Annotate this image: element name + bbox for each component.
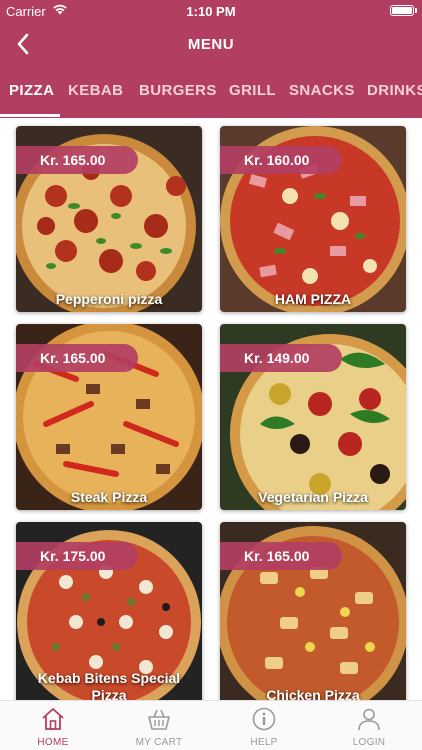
header: Carrier 1:10 PM MENU PIZZA KEBAB BURGERS…: [0, 0, 422, 118]
basket-icon: [148, 709, 170, 730]
page-title: MENU: [187, 36, 235, 53]
tabbar-home-label: HOME: [37, 737, 69, 748]
home-icon: [42, 708, 64, 730]
tabbar-help-label: HELP: [250, 737, 278, 748]
product-name: Chicken Pizza: [266, 687, 360, 700]
price-tag: Kr. 165.00: [220, 542, 342, 570]
category-tabs: PIZZA KEBAB BURGERS GRILL SNACKS DRINKS: [0, 70, 422, 118]
nav-bar: MENU: [0, 22, 422, 66]
status-bar: Carrier 1:10 PM: [0, 0, 422, 22]
price-tag: Kr. 160.00: [220, 146, 342, 174]
info-icon: [252, 707, 276, 731]
product-name: Steak Pizza: [70, 489, 148, 505]
price-tag: Kr. 165.00: [16, 146, 138, 174]
product-name: Kebab Bitens Special Pizza: [37, 670, 181, 700]
tabbar-login-label: LOGIN: [352, 737, 386, 748]
price-tag: Kr. 149.00: [220, 344, 342, 372]
active-tab-indicator: [0, 114, 60, 117]
tab-grill[interactable]: GRILL: [229, 82, 276, 99]
app-screen: Carrier 1:10 PM MENU PIZZA KEBAB BURGERS…: [0, 0, 422, 750]
tabbar-login[interactable]: LOGIN: [316, 701, 422, 750]
battery-icon: [390, 5, 414, 16]
user-icon: [358, 708, 380, 731]
tabbar-home[interactable]: HOME: [0, 701, 106, 750]
product-card-vegetarian[interactable]: Kr. 149.00 Vegetarian Pizza: [220, 324, 406, 510]
product-name: Pepperoni pizza: [55, 291, 163, 307]
product-card-steak[interactable]: Kr. 165.00 Steak Pizza: [16, 324, 202, 510]
tab-pizza[interactable]: PIZZA: [9, 82, 54, 99]
product-grid[interactable]: Kr. 165.00 Pepperoni pizza Kr. 160.00 HA…: [0, 118, 422, 700]
tab-snacks[interactable]: SNACKS: [289, 82, 355, 99]
clock: 1:10 PM: [186, 4, 236, 19]
battery-tip: [415, 8, 417, 13]
tab-kebab[interactable]: KEBAB: [68, 82, 123, 99]
product-card-pepperoni[interactable]: Kr. 165.00 Pepperoni pizza: [16, 126, 202, 312]
bottom-tab-bar: HOME MY CART HELP LOGIN: [0, 700, 422, 750]
tab-drinks[interactable]: DRINKS: [367, 82, 422, 99]
product-name: HAM PIZZA: [274, 291, 352, 307]
product-name: Vegetarian Pizza: [258, 489, 368, 505]
tabbar-cart-label: MY CART: [135, 737, 183, 748]
product-card-chicken[interactable]: Kr. 165.00 Chicken Pizza: [220, 522, 406, 700]
product-card-ham[interactable]: Kr. 160.00 HAM PIZZA: [220, 126, 406, 312]
price-tag: Kr. 165.00: [16, 344, 138, 372]
tab-burgers[interactable]: BURGERS: [139, 82, 217, 99]
price-tag: Kr. 175.00: [16, 542, 138, 570]
product-card-kebab-special[interactable]: Kr. 175.00 Kebab Bitens Special Pizza: [16, 522, 202, 700]
tabbar-help[interactable]: HELP: [211, 701, 317, 750]
tabbar-cart[interactable]: MY CART: [106, 701, 212, 750]
